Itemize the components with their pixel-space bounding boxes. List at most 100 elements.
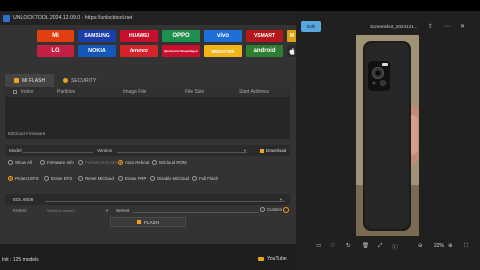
opt-firmware-info[interactable]: Firmware Info xyxy=(40,160,74,165)
opt-show-all[interactable]: Show All xyxy=(8,160,32,165)
opt-auto-reboot[interactable]: Auto Reboot xyxy=(118,160,149,165)
brand-samsung[interactable]: SAMSUNG xyxy=(78,30,116,42)
brand-grid: Mi SAMSUNG HUAWEI OPPO vivo VSMART M LG … xyxy=(37,30,296,60)
server-select[interactable] xyxy=(133,206,259,213)
fit-to-window-icon[interactable]: ⛶ xyxy=(464,243,468,250)
model-select[interactable] xyxy=(23,146,93,153)
custom-config-icon[interactable] xyxy=(283,207,289,213)
col-partition: Partition xyxy=(57,89,76,95)
youtube-icon xyxy=(258,257,264,261)
status-text: Init : 125 models xyxy=(2,257,39,263)
edit-label: Edit xyxy=(307,24,315,29)
lock-icon xyxy=(63,78,69,83)
edl-label: EDL 9008 xyxy=(13,197,34,202)
chevron-down-icon: ▼ xyxy=(243,148,247,153)
opt-show-all-label: Show All xyxy=(15,160,32,165)
brand-nokia[interactable]: NOKIA xyxy=(78,45,116,57)
fullscreen-icon[interactable]: ⤢ xyxy=(378,243,382,250)
close-icon[interactable]: ✕ xyxy=(460,23,465,30)
tab-mi-flash[interactable]: MI FLASH xyxy=(5,74,55,87)
zoom-level: 22% xyxy=(434,243,445,249)
brand-android[interactable]: android xyxy=(246,45,283,57)
opt-format-uhd[interactable]: Format UHD 6M xyxy=(78,160,117,165)
phone-photo xyxy=(356,35,419,236)
youtube-link[interactable]: YouTube xyxy=(258,256,287,262)
select-all-checkbox[interactable] xyxy=(13,90,17,94)
version-label: Version xyxy=(97,148,113,153)
brand-mediatek[interactable]: MEDIATEK xyxy=(204,45,242,57)
tab-mi-flash-label: MI FLASH xyxy=(22,77,46,84)
radio-icon xyxy=(78,176,83,181)
unlock-tool-window: UNLOCKTOOL 2024.12.09.0 - https://unlock… xyxy=(0,11,296,270)
download-button[interactable]: Download xyxy=(257,146,289,155)
col-file-size: File Size xyxy=(185,89,205,95)
brand-apple[interactable] xyxy=(287,45,296,57)
version-select[interactable] xyxy=(117,146,247,153)
opt-micloud-rom[interactable]: MiCloud ROM xyxy=(152,160,187,165)
opt-disable-micloud-label: Disable MiCloud xyxy=(157,176,189,181)
delete-icon[interactable]: 🗑 xyxy=(362,243,369,249)
zoom-out-icon[interactable]: ⊖ xyxy=(418,243,423,249)
col-start-address: Start Address xyxy=(239,89,270,95)
checked-icon xyxy=(8,176,13,181)
tab-security[interactable]: SECURITY xyxy=(54,74,105,87)
brand-lg[interactable]: LG xyxy=(37,45,74,57)
custom-toggle[interactable]: Custom xyxy=(260,207,282,212)
flash-icon xyxy=(137,220,142,224)
radio-icon xyxy=(152,160,157,165)
opt-disable-micloud[interactable]: Disable MiCloud xyxy=(150,176,189,181)
title-bar: UNLOCKTOOL 2024.12.09.0 - https://unlock… xyxy=(0,11,296,25)
emmc-model-select[interactable]: Select a model... xyxy=(47,208,77,213)
brand-oppo[interactable]: OPPO xyxy=(162,30,200,42)
opt-format-uhd-label: Format UHD 6M xyxy=(85,160,117,165)
photo-viewer-window: Edit Screenshot_2024121... ⇪ ⋯ ✕ ▭ ♡ ↻ 🗑… xyxy=(296,11,480,270)
flash-button[interactable]: FLASH xyxy=(110,217,186,227)
download-label: Download xyxy=(265,148,287,153)
edit-button[interactable]: Edit xyxy=(301,21,321,32)
share-icon[interactable]: ⇪ xyxy=(428,23,433,30)
brand-vivo[interactable]: vivo xyxy=(204,30,242,42)
emmc-label: EMMC xyxy=(13,208,28,213)
radio-icon xyxy=(192,176,197,181)
more-icon[interactable]: ⋯ xyxy=(444,23,450,30)
apple-icon xyxy=(289,47,295,55)
file-name: Screenshot_2024121... xyxy=(370,24,418,29)
youtube-label: YouTube xyxy=(267,256,287,262)
model-label: Model xyxy=(9,148,22,153)
brand-huawei[interactable]: HUAWEI xyxy=(120,30,158,42)
viewer-bottom-bar: ▭ ♡ ↻ 🗑 ⤢ ⓘ ⊖ 22% ⊕ ⛶ xyxy=(296,236,480,256)
rotate-icon[interactable]: ↻ xyxy=(346,243,351,249)
col-image-file: Image File xyxy=(123,89,147,95)
opt-micloud-rom-label: MiCloud ROM xyxy=(159,160,187,165)
brand-meizu[interactable]: M xyxy=(287,30,296,42)
port-select[interactable] xyxy=(45,195,285,202)
opt-erase-efs[interactable]: Erase EFS xyxy=(44,176,72,181)
radio-icon xyxy=(40,160,45,165)
opt-reset-micloud[interactable]: Reset MiCloud xyxy=(78,176,114,181)
tab-strip: MI FLASH SECURITY xyxy=(5,74,105,87)
opt-protect-efs-label: Protect EFS xyxy=(15,176,39,181)
opt-erase-frp[interactable]: Erase FRP xyxy=(118,176,146,181)
zoom-in-icon[interactable]: ⊕ xyxy=(448,243,453,249)
brand-xiaomi[interactable]: Mi xyxy=(37,30,74,42)
opt-protect-efs[interactable]: Protect EFS xyxy=(8,176,39,181)
info-icon[interactable]: ⓘ xyxy=(392,243,398,251)
favorite-icon[interactable]: ♡ xyxy=(330,243,335,249)
model-version-row: Model Version ▼ Download xyxy=(5,145,290,156)
brand-vsmart[interactable]: VSMART xyxy=(246,30,283,42)
server-label: Server xyxy=(116,208,130,213)
opt-auto-reboot-label: Auto Reboot xyxy=(125,160,150,165)
custom-label: Custom xyxy=(267,207,283,212)
radio-icon xyxy=(8,160,13,165)
opt-full-flash[interactable]: Full Flash xyxy=(192,176,218,181)
checked-icon xyxy=(118,160,123,165)
chevron-down-icon: ▼ xyxy=(279,197,283,202)
app-icon xyxy=(3,14,10,22)
slideshow-icon[interactable]: ▭ xyxy=(316,243,321,249)
table-header: Index Partition Image File File Size Sta… xyxy=(5,87,290,97)
opt-firmware-info-label: Firmware Info xyxy=(47,160,74,165)
flash-icon xyxy=(14,78,19,83)
brand-lenovo[interactable]: lenovo xyxy=(120,45,158,57)
brand-qualcomm[interactable]: Qualcomm Snapdragon xyxy=(162,45,200,57)
flash-button-label: FLASH xyxy=(144,219,159,225)
